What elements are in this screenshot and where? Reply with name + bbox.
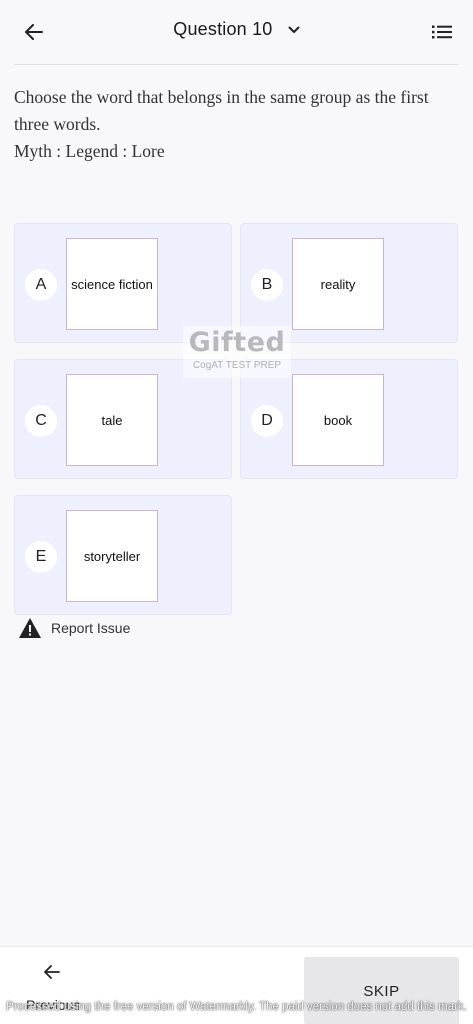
warning-icon	[19, 618, 41, 638]
option-letter: C	[25, 405, 57, 437]
option-b[interactable]: B reality	[240, 223, 458, 343]
question-prompt: Choose the word that belongs in the same…	[14, 87, 429, 134]
watermark-subtitle: CogAT TEST PREP	[192, 360, 282, 371]
header-divider	[14, 64, 459, 65]
option-e[interactable]: E storyteller	[14, 495, 232, 615]
option-card: science fiction	[66, 238, 158, 330]
arrow-left-icon	[44, 965, 60, 979]
question-stem: Myth : Legend : Lore	[14, 141, 165, 161]
previous-button[interactable]: Previous	[26, 963, 82, 1023]
option-letter: A	[25, 269, 57, 301]
list-icon	[432, 25, 452, 39]
question-text: Choose the word that belongs in the same…	[14, 84, 454, 165]
option-card: storyteller	[66, 510, 158, 602]
top-bar: Question 10	[0, 0, 473, 64]
option-card: book	[292, 374, 384, 466]
report-issue-label: Report Issue	[51, 620, 131, 636]
watermarkly-notice: Processed using the free version of Wate…	[6, 1001, 467, 1013]
bottom-bar: Previous SKIP Processed using the free v…	[0, 946, 473, 1024]
option-letter: D	[251, 405, 283, 437]
option-a[interactable]: A science fiction	[14, 223, 232, 343]
report-issue-button[interactable]: Report Issue	[18, 617, 130, 639]
option-letter: B	[251, 269, 283, 301]
option-letter: E	[25, 541, 57, 573]
question-selector[interactable]: Question 10	[0, 19, 473, 40]
chevron-down-icon	[288, 26, 300, 34]
skip-button[interactable]: SKIP	[304, 957, 459, 1024]
option-card: tale	[66, 374, 158, 466]
option-card: reality	[292, 238, 384, 330]
watermark-title: Gifted	[188, 327, 286, 358]
question-list-button[interactable]	[429, 20, 455, 44]
page-title: Question 10	[173, 19, 273, 39]
gifted-watermark: Gifted CogAT TEST PREP	[183, 326, 291, 378]
